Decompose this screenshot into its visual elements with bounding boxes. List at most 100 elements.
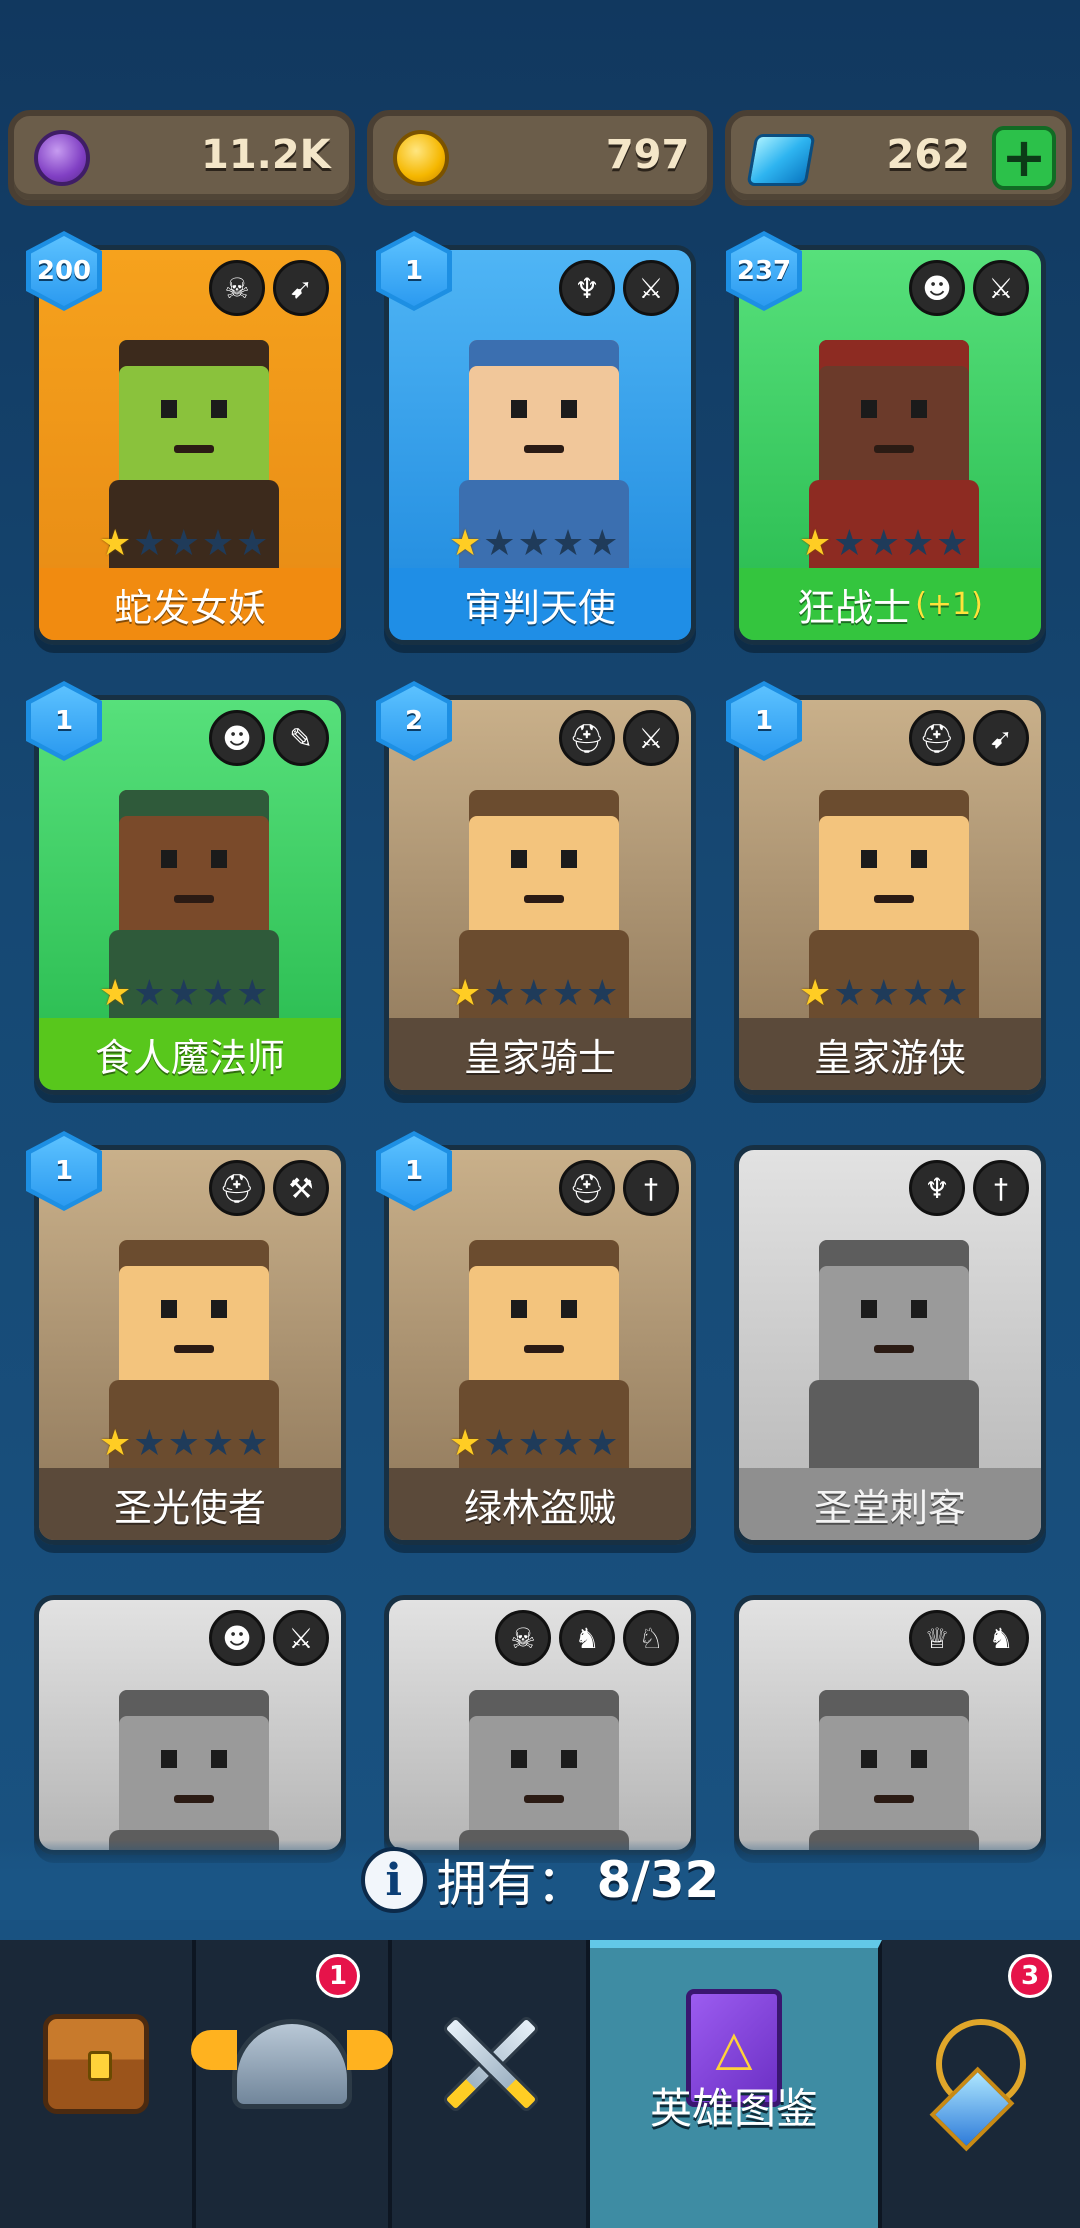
orc-face-icon: ☻ bbox=[209, 710, 265, 766]
hero-card[interactable]: ☻ ⚔ bbox=[34, 1595, 346, 1855]
nav-tab-equipment[interactable]: 3 bbox=[882, 1940, 1080, 2228]
winged-emblem-icon: ♆ bbox=[559, 260, 615, 316]
hero-card[interactable]: ♆ ⚔ ★ ★ ★ ★ ★ 审判天使 bbox=[384, 245, 696, 645]
bottom-nav: 1 △ 英雄图鉴 3 bbox=[0, 1940, 1080, 2228]
hero-name: 食人魔法师 bbox=[39, 1018, 341, 1090]
winged-emblem-icon: ♆ bbox=[909, 1160, 965, 1216]
orc-face-icon: ☻ bbox=[909, 260, 965, 316]
owned-value: 8/32 bbox=[596, 1851, 720, 1909]
knight-helmet-icon: ⛑ bbox=[909, 710, 965, 766]
nav-tab-shop[interactable] bbox=[0, 1940, 196, 2228]
hammer-icon: ⚒ bbox=[273, 1160, 329, 1216]
star-icon: ★ bbox=[551, 1423, 585, 1464]
hero-name-text: 绿林盗贼 bbox=[463, 1485, 616, 1530]
sword-icon: ⚔ bbox=[973, 260, 1029, 316]
sword-icon: ⚔ bbox=[623, 260, 679, 316]
info-icon[interactable]: i bbox=[360, 1847, 427, 1913]
staff-icon: ✎ bbox=[273, 710, 329, 766]
star-rating: ★ ★ ★ ★ ★ bbox=[449, 1426, 618, 1462]
hero-name: 绿林盗贼 bbox=[389, 1468, 691, 1540]
star-icon: ★ bbox=[799, 523, 832, 564]
diamond-icon bbox=[746, 134, 816, 186]
knight-helmet-icon: ⛑ bbox=[209, 1160, 265, 1216]
star-icon: ★ bbox=[483, 523, 516, 564]
star-icon: ★ bbox=[133, 523, 166, 564]
hero-card[interactable]: ⛑ ⚔ ★ ★ ★ ★ ★ 皇家骑士 bbox=[384, 695, 696, 1095]
hero-card[interactable]: ♕ ♞ bbox=[734, 1595, 1046, 1855]
hero-name: 皇家游侠 bbox=[739, 1018, 1041, 1090]
nav-tab-heroes[interactable]: 1 bbox=[191, 1940, 393, 2228]
hero-bonus: (+1) bbox=[915, 586, 983, 622]
star-rating: ★ ★ ★ ★ ★ bbox=[99, 526, 268, 562]
star-icon: ★ bbox=[99, 523, 132, 564]
star-rating: ★ ★ ★ ★ ★ bbox=[449, 976, 618, 1012]
hero-name-text: 审判天使 bbox=[463, 585, 616, 630]
hero-name-text: 狂战士 bbox=[797, 585, 912, 630]
star-icon: ★ bbox=[201, 1423, 235, 1464]
star-icon: ★ bbox=[799, 973, 832, 1014]
hero-name: 蛇发女妖 bbox=[39, 568, 341, 640]
star-icon: ★ bbox=[167, 1423, 200, 1464]
star-icon: ★ bbox=[201, 523, 235, 564]
gem-counter[interactable]: 262 + bbox=[725, 110, 1073, 206]
star-icon: ★ bbox=[586, 973, 619, 1014]
star-icon: ★ bbox=[517, 973, 550, 1014]
dragon-head-icon: ♘ bbox=[623, 1610, 679, 1666]
hero-name-text: 皇家骑士 bbox=[463, 1035, 616, 1080]
bow-icon: ➹ bbox=[273, 260, 329, 316]
gold-coin-icon bbox=[392, 130, 449, 186]
hero-card[interactable]: ☻ ⚔ ★ ★ ★ ★ ★ 狂战士 (+1) bbox=[734, 245, 1046, 645]
dragon-icon: ♞ bbox=[973, 1610, 1029, 1666]
horned-skull-icon: ☠ bbox=[209, 260, 265, 316]
star-icon: ★ bbox=[449, 973, 482, 1014]
star-icon: ★ bbox=[201, 973, 235, 1014]
hero-card[interactable]: ☻ ✎ ★ ★ ★ ★ ★ 食人魔法师 bbox=[34, 695, 346, 1095]
star-icon: ★ bbox=[551, 523, 585, 564]
nav-tab-battle[interactable] bbox=[392, 1940, 590, 2228]
hero-name: 圣堂刺客 bbox=[739, 1468, 1041, 1540]
star-icon: ★ bbox=[867, 523, 900, 564]
nav-tab-codex[interactable]: △ 英雄图鉴 bbox=[590, 1940, 882, 2228]
hero-name-text: 食人魔法师 bbox=[94, 1035, 285, 1080]
hero-card[interactable]: ☠ ♞ ♘ bbox=[384, 1595, 696, 1855]
hero-card[interactable]: ♆ † 圣堂刺客 bbox=[734, 1145, 1046, 1545]
currency-bar: 11.2K 797 262 + bbox=[8, 110, 1073, 206]
hero-card[interactable]: ☠ ➹ ★ ★ ★ ★ ★ 蛇发女妖 bbox=[34, 245, 346, 645]
crossed-swords-icon bbox=[429, 2004, 549, 2124]
star-icon: ★ bbox=[483, 973, 516, 1014]
elf-icon: ♕ bbox=[909, 1610, 965, 1666]
star-icon: ★ bbox=[483, 1423, 516, 1464]
hero-card[interactable]: ⛑ ➹ ★ ★ ★ ★ ★ 皇家游侠 bbox=[734, 695, 1046, 1095]
amulet-icon bbox=[936, 2019, 1026, 2109]
star-icon: ★ bbox=[236, 973, 269, 1014]
star-rating: ★ ★ ★ ★ ★ bbox=[99, 976, 268, 1012]
gold-counter[interactable]: 797 bbox=[366, 110, 714, 206]
gold-value: 797 bbox=[605, 132, 690, 178]
bow-icon: ➹ bbox=[973, 710, 1029, 766]
star-rating: ★ ★ ★ ★ ★ bbox=[99, 1426, 268, 1462]
horned-skull-icon: ☠ bbox=[495, 1610, 551, 1666]
star-icon: ★ bbox=[517, 1423, 550, 1464]
hero-card[interactable]: ⛑ ⚒ ★ ★ ★ ★ ★ 圣光使者 bbox=[34, 1145, 346, 1545]
star-icon: ★ bbox=[133, 973, 166, 1014]
hero-card[interactable]: ⛑ † ★ ★ ★ ★ ★ 绿林盗贼 bbox=[384, 1145, 696, 1545]
star-icon: ★ bbox=[236, 523, 269, 564]
star-icon: ★ bbox=[833, 523, 866, 564]
hero-name-text: 圣光使者 bbox=[113, 1485, 266, 1530]
star-icon: ★ bbox=[833, 973, 866, 1014]
notification-badge: 3 bbox=[1008, 1954, 1052, 1998]
owned-counter: i 拥有： 8/32 bbox=[0, 1840, 1080, 1920]
add-gems-button[interactable]: + bbox=[992, 126, 1057, 190]
star-icon: ★ bbox=[133, 1423, 166, 1464]
star-icon: ★ bbox=[586, 523, 619, 564]
sword-icon: ⚔ bbox=[623, 710, 679, 766]
dragon-icon: ♞ bbox=[559, 1610, 615, 1666]
star-icon: ★ bbox=[167, 523, 200, 564]
hero-name-text: 蛇发女妖 bbox=[113, 585, 266, 630]
knight-helmet-icon: ⛑ bbox=[559, 710, 615, 766]
elixir-counter[interactable]: 11.2K bbox=[8, 110, 355, 206]
star-icon: ★ bbox=[99, 973, 132, 1014]
hero-name: 审判天使 bbox=[389, 568, 691, 640]
star-icon: ★ bbox=[586, 1423, 619, 1464]
hero-name: 狂战士 (+1) bbox=[739, 568, 1041, 640]
